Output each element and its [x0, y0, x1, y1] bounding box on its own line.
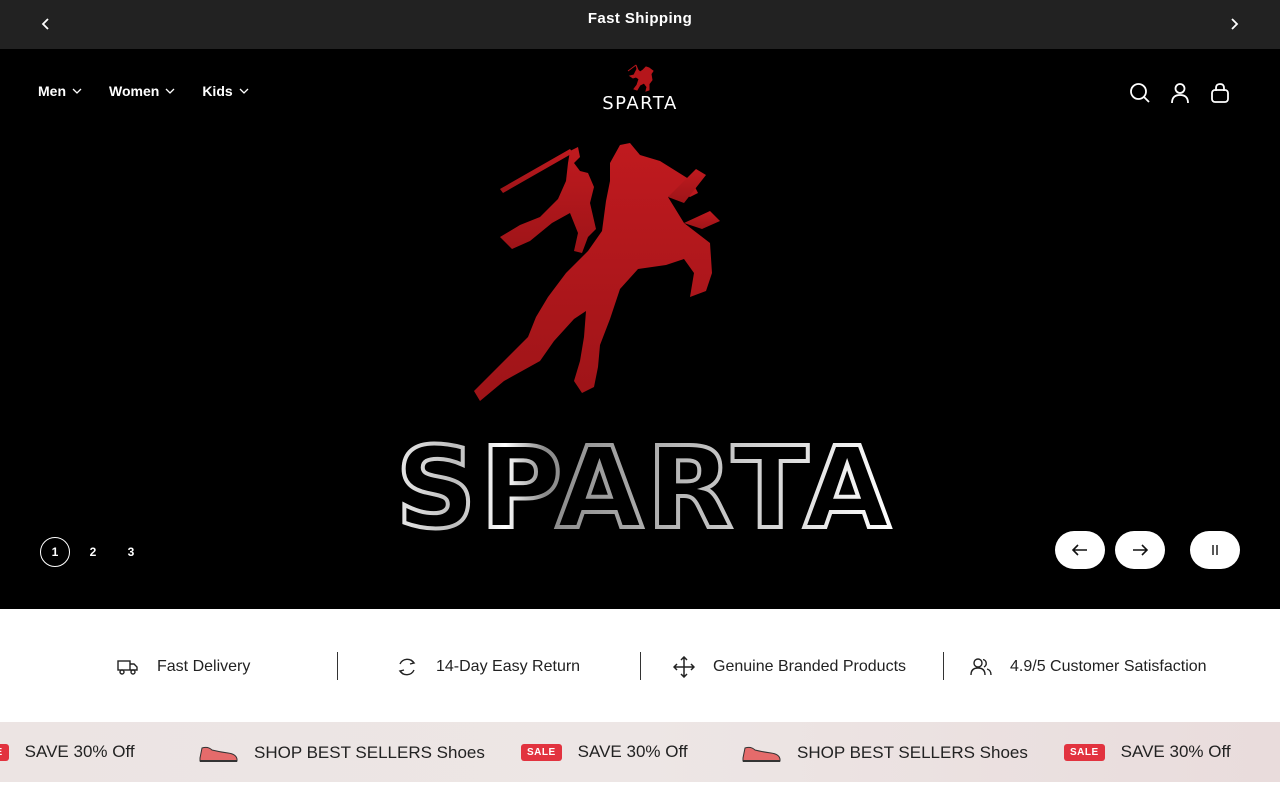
chevron-right-icon	[1231, 18, 1239, 30]
slide-dot-2[interactable]: 2	[78, 537, 108, 567]
page-bottom	[0, 782, 1280, 800]
hero-wordmark: SPARTA	[394, 435, 895, 539]
hero-slideshow: Men Women Kids SPARTA SPARTA 1 2 3	[0, 49, 1280, 609]
nav-item-men[interactable]: Men	[38, 83, 82, 99]
nav-item-kids[interactable]: Kids	[202, 83, 249, 99]
return-icon	[398, 658, 416, 676]
promo-marquee: SALE SAVE 30% Off SHOP BEST SELLERS Shoe…	[0, 722, 1280, 782]
users-icon	[970, 658, 992, 676]
account-icon	[1171, 83, 1189, 104]
shoe-icon	[742, 746, 781, 762]
announcement-message: Fast Shipping	[587, 10, 693, 27]
search-button[interactable]	[1128, 81, 1152, 105]
horse-rider-logo-icon	[627, 64, 654, 92]
chevron-down-icon	[165, 88, 175, 94]
chevron-down-icon	[72, 88, 82, 94]
cart-icon	[1211, 83, 1229, 103]
marquee-text: SHOP BEST SELLERS Shoes	[254, 743, 485, 762]
slide-pagination: 1 2 3	[40, 537, 154, 567]
cart-button[interactable]	[1208, 81, 1232, 105]
nav-item-women[interactable]: Women	[109, 83, 175, 99]
nav-item-label: Kids	[202, 83, 233, 99]
marquee-text: SAVE 30% Off	[24, 742, 135, 761]
slide-next-button[interactable]	[1115, 531, 1165, 569]
marquee-item-sale[interactable]: SALE SAVE 30% Off	[521, 742, 688, 762]
announcement-next-button[interactable]	[1222, 12, 1246, 36]
feature-label: 14-Day Easy Return	[436, 658, 581, 675]
feature-easy-return: 14-Day Easy Return	[396, 653, 580, 681]
feature-customer-satisfaction: 4.9/5 Customer Satisfaction	[970, 653, 1207, 681]
main-nav: Men Women Kids	[38, 83, 276, 99]
search-icon	[1130, 83, 1150, 103]
slide-dot-3[interactable]: 3	[116, 537, 146, 567]
feature-label: Fast Delivery	[157, 658, 251, 675]
slide-pause-button[interactable]	[1190, 531, 1240, 569]
account-button[interactable]	[1168, 81, 1192, 105]
nav-item-label: Women	[109, 83, 160, 99]
marquee-text: SHOP BEST SELLERS Shoes	[797, 743, 1028, 762]
marquee-item-sale[interactable]: SALE SAVE 30% Off	[0, 742, 135, 762]
sale-badge: SALE	[0, 743, 9, 761]
feature-label: 4.9/5 Customer Satisfaction	[1010, 658, 1207, 675]
chevron-down-icon	[239, 88, 249, 94]
hero-wordmark-text: SPARTA	[396, 435, 895, 539]
feature-fast-delivery: Fast Delivery	[117, 653, 250, 681]
move-arrows-icon	[673, 656, 695, 678]
announcement-bar: Fast Shipping	[0, 0, 1280, 49]
brand-name: SPARTA	[602, 93, 678, 114]
truck-icon	[117, 660, 138, 675]
features-row: Fast Delivery 14-Day Easy Return Genuine…	[0, 609, 1280, 722]
slide-prev-button[interactable]	[1055, 531, 1105, 569]
feature-divider	[337, 652, 338, 680]
marquee-text: SAVE 30% Off	[577, 742, 688, 761]
feature-divider	[640, 652, 641, 680]
arrow-right-icon	[1133, 544, 1148, 556]
feature-divider	[943, 652, 944, 680]
shoe-icon	[199, 746, 238, 762]
horse-rider-illustration	[474, 143, 720, 401]
header-actions	[1128, 81, 1232, 105]
nav-item-label: Men	[38, 83, 66, 99]
marquee-text: SAVE 30% Off	[1120, 742, 1231, 761]
marquee-item-shoes[interactable]: SHOP BEST SELLERS Shoes	[741, 742, 1028, 764]
marquee-item-shoes[interactable]: SHOP BEST SELLERS Shoes	[198, 742, 485, 764]
marquee-item-sale[interactable]: SALE SAVE 30% Off	[1064, 742, 1231, 762]
pause-icon	[1212, 545, 1218, 555]
arrow-left-icon	[1072, 544, 1087, 556]
slide-dot-1[interactable]: 1	[40, 537, 70, 567]
feature-label: Genuine Branded Products	[713, 658, 907, 675]
sale-badge: SALE	[521, 743, 562, 761]
sale-badge: SALE	[1064, 743, 1105, 761]
brand-logo-link[interactable]: SPARTA	[590, 63, 690, 115]
feature-genuine-products: Genuine Branded Products	[673, 653, 906, 681]
